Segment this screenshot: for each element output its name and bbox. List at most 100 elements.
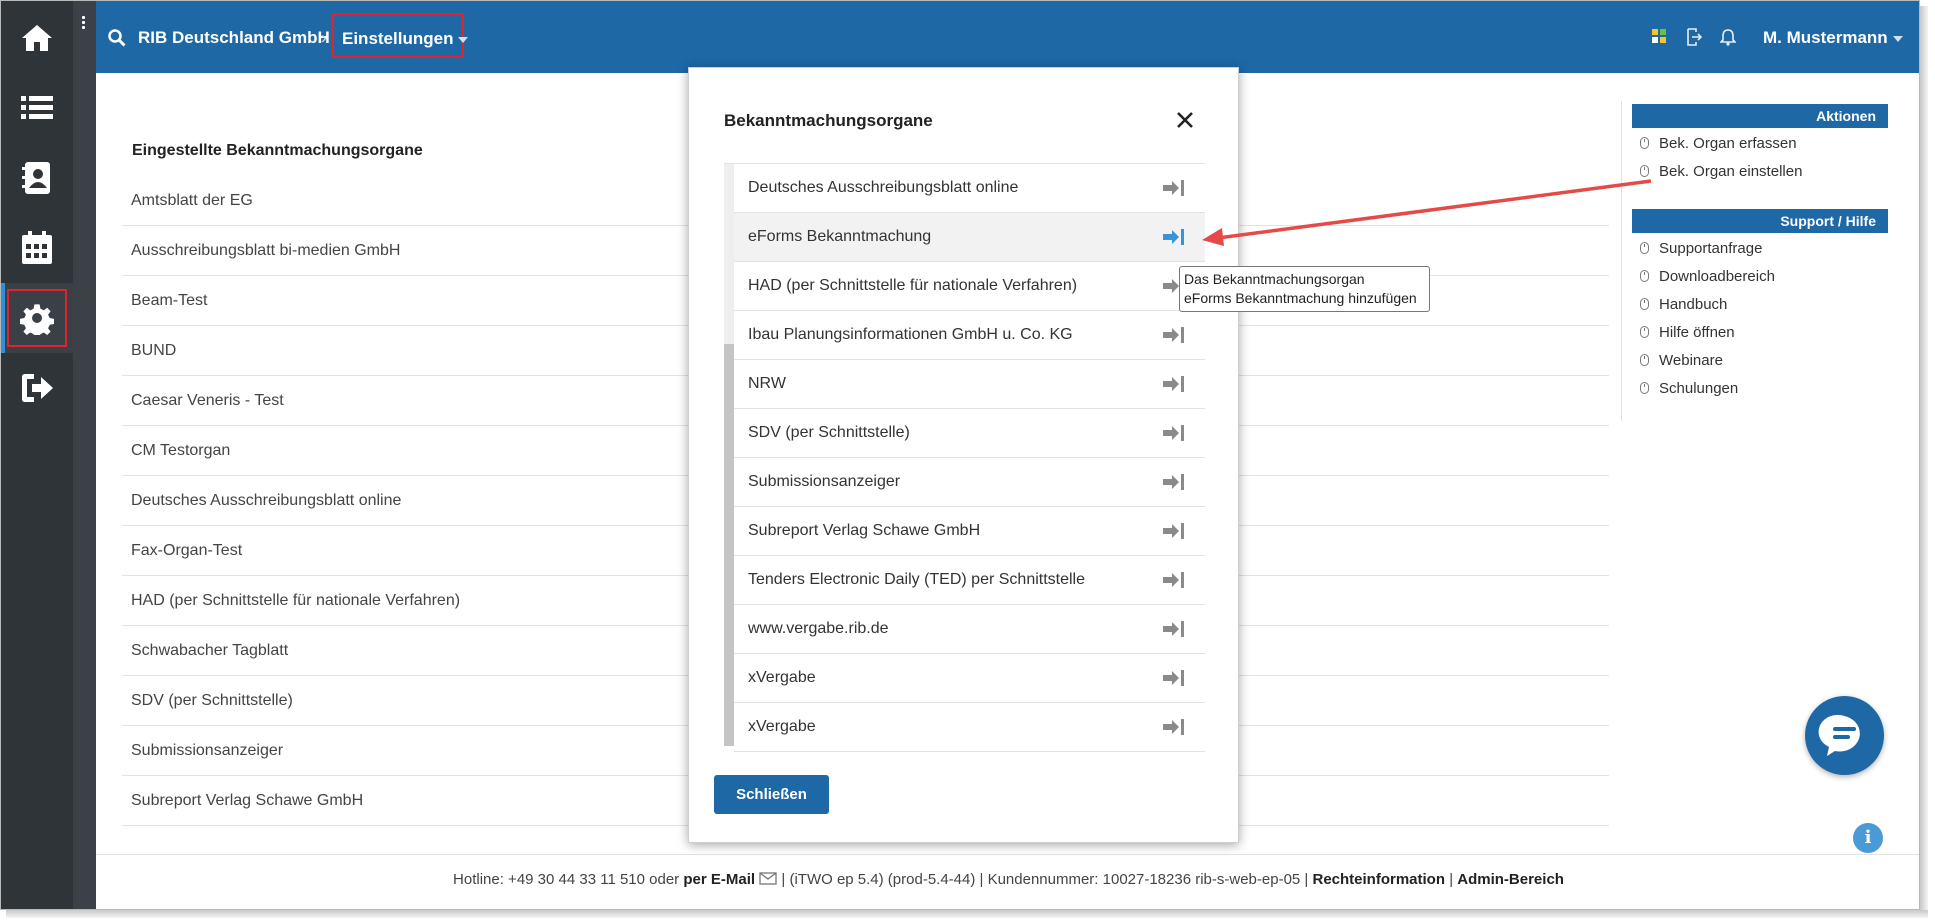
breadcrumb-settings[interactable]: Einstellungen [332, 13, 469, 58]
dialog-list-item[interactable]: Deutsches Ausschreibungsblatt online [734, 164, 1205, 213]
add-to-icon[interactable] [1162, 375, 1186, 393]
footer-divider [96, 854, 1919, 855]
calendar-icon [22, 231, 52, 264]
add-to-icon[interactable] [1162, 620, 1186, 638]
window-shadow [6, 910, 1928, 918]
sidebar-item-home[interactable] [1, 3, 73, 73]
footer-separator: | [1449, 871, 1454, 888]
organs-dialog: Bekanntmachungsorgane Deutsches Ausschre… [688, 67, 1239, 843]
email-link[interactable]: per E-Mail [683, 871, 755, 888]
page-title: Eingestellte Bekanntmachungsorgane [132, 142, 423, 159]
action-create-organ[interactable]: Bek. Organ erfassen [1640, 135, 1797, 152]
dialog-list-item[interactable]: eForms Bekanntmachung [734, 213, 1205, 262]
open-help-link[interactable]: Hilfe öffnen [1640, 324, 1735, 341]
mail-icon [759, 872, 777, 885]
dialog-item-label: Ibau Planungsinformationen GmbH u. Co. K… [748, 326, 1073, 343]
add-tooltip: Das Bekanntmachungsorgan eForms Bekanntm… [1179, 266, 1430, 312]
user-name: M. Mustermann [1763, 28, 1888, 47]
add-to-icon[interactable] [1162, 228, 1186, 246]
support-header: Support / Hilfe [1632, 209, 1888, 233]
add-to-icon[interactable] [1162, 424, 1186, 442]
annotation-arrow-icon [1202, 179, 1652, 246]
chevron-down-icon [458, 36, 469, 43]
sidebar-item-logout[interactable] [1, 353, 73, 423]
tooltip-line: eForms Bekanntmachung hinzufügen [1184, 290, 1417, 306]
version-text: | (iTWO ep 5.4) (prod-5.4-44) | Kundennu… [781, 871, 1309, 888]
add-to-icon[interactable] [1162, 473, 1186, 491]
dialog-list-item[interactable]: Subreport Verlag Schawe GmbH [734, 507, 1205, 556]
dialog-item-label: eForms Bekanntmachung [748, 228, 932, 245]
sidebar-item-list[interactable] [1, 73, 73, 143]
manual-link[interactable]: Handbuch [1640, 296, 1727, 313]
top-header: RIB Deutschland GmbH › Einstellungen M. … [96, 1, 1919, 73]
mouse-icon [1640, 298, 1649, 310]
add-to-icon[interactable] [1162, 571, 1186, 589]
dialog-list-item[interactable]: HAD (per Schnittstelle für nationale Ver… [734, 262, 1205, 311]
mouse-icon [1640, 137, 1649, 149]
dialog-title: Bekanntmachungsorgane [724, 111, 933, 130]
bell-icon[interactable] [1720, 28, 1736, 46]
export-icon[interactable] [1686, 28, 1702, 46]
dialog-list-item[interactable]: www.vergabe.rib.de [734, 605, 1205, 654]
dialog-item-label: xVergabe [748, 669, 816, 686]
actions-header: Aktionen [1632, 104, 1888, 128]
app-window: RIB Deutschland GmbH › Einstellungen M. … [0, 0, 1920, 910]
dialog-list-item[interactable]: xVergabe [734, 703, 1205, 752]
hotline-text: Hotline: +49 30 44 33 11 510 oder [453, 871, 680, 888]
add-to-icon[interactable] [1162, 669, 1186, 687]
support-request-link[interactable]: Supportanfrage [1640, 240, 1762, 257]
dialog-item-label: www.vergabe.rib.de [748, 620, 889, 637]
add-to-icon[interactable] [1162, 179, 1186, 197]
dialog-list-item[interactable]: xVergabe [734, 654, 1205, 703]
company-name[interactable]: RIB Deutschland GmbH [138, 28, 330, 48]
action-add-organ[interactable]: Bek. Organ einstellen [1640, 163, 1802, 180]
apps-icon[interactable] [1651, 28, 1667, 44]
dialog-item-label: Subreport Verlag Schawe GmbH [748, 522, 981, 539]
mouse-icon [1640, 270, 1649, 282]
dialog-item-label: xVergabe [748, 718, 816, 735]
dialog-list-item[interactable]: Tenders Electronic Daily (TED) per Schni… [734, 556, 1205, 605]
scrollbar[interactable] [724, 164, 734, 746]
footer: Hotline: +49 30 44 33 11 510 oder per E-… [96, 871, 1919, 897]
kebab-icon [82, 16, 86, 31]
chevron-down-icon [1892, 35, 1903, 42]
sidebar-toggle-strip[interactable] [73, 1, 96, 909]
close-button[interactable]: Schließen [714, 775, 829, 814]
webinars-link[interactable]: Webinare [1640, 352, 1723, 369]
add-to-icon[interactable] [1162, 718, 1186, 736]
dialog-item-label: HAD (per Schnittstelle für nationale Ver… [748, 277, 1078, 294]
dialog-list-item[interactable]: Ibau Planungsinformationen GmbH u. Co. K… [734, 311, 1205, 360]
chat-icon [1818, 714, 1860, 756]
dialog-item-label: Submissionsanzeiger [748, 473, 901, 490]
chat-button[interactable] [1805, 696, 1884, 775]
info-icon[interactable]: i [1853, 823, 1883, 853]
dialog-list-item[interactable]: NRW [734, 360, 1205, 409]
dialog-list-item[interactable]: Submissionsanzeiger [734, 458, 1205, 507]
tooltip-line: Das Bekanntmachungsorgan [1184, 271, 1365, 287]
scrollbar-thumb[interactable] [724, 344, 734, 746]
breadcrumb-label: Einstellungen [342, 29, 454, 48]
trainings-link[interactable]: Schulungen [1640, 380, 1738, 397]
add-to-icon[interactable] [1162, 326, 1186, 344]
sidebar [1, 1, 73, 909]
dialog-item-label: SDV (per Schnittstelle) [748, 424, 910, 441]
mouse-icon [1640, 354, 1649, 366]
sidebar-item-calendar[interactable] [1, 213, 73, 283]
dialog-item-label: Deutsches Ausschreibungsblatt online [748, 179, 1019, 196]
close-icon[interactable] [1173, 108, 1197, 132]
dialog-organ-list: Deutsches Ausschreibungsblatt online eFor… [724, 163, 1205, 752]
right-panel: Aktionen Bek. Organ erfassen Bek. Organ … [1621, 101, 1919, 421]
add-to-icon[interactable] [1162, 522, 1186, 540]
legal-link[interactable]: Rechteinformation [1313, 871, 1446, 888]
dialog-list-item[interactable]: SDV (per Schnittstelle) [734, 409, 1205, 458]
sidebar-item-settings[interactable] [1, 283, 73, 353]
sidebar-item-contacts[interactable] [1, 143, 73, 213]
user-menu[interactable]: M. Mustermann [1763, 28, 1903, 48]
address-book-icon [22, 162, 50, 194]
list-icon [21, 96, 53, 119]
admin-link[interactable]: Admin-Bereich [1457, 871, 1564, 888]
search-icon[interactable] [108, 29, 126, 47]
dialog-item-label: Tenders Electronic Daily (TED) per Schni… [748, 571, 1086, 588]
dialog-item-label: NRW [748, 375, 786, 392]
download-area-link[interactable]: Downloadbereich [1640, 268, 1775, 285]
